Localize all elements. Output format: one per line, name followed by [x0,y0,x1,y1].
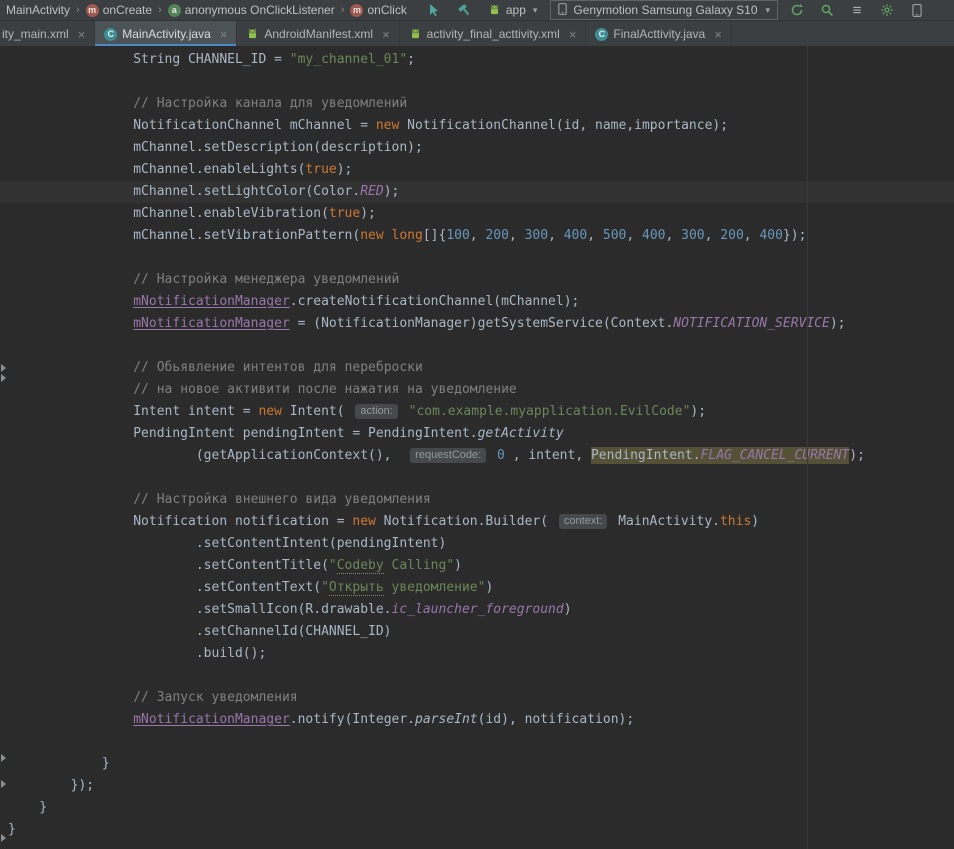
tab-label: FinalActtivity.java [613,27,705,41]
breadcrumb-label: anonymous OnClickListener [185,3,335,17]
code-line[interactable]: mNotificationManager = (NotificationMana… [0,313,954,335]
tab-label: MainActivity.java [122,27,210,41]
tab-ity_main.xml[interactable]: ity_main.xml × [0,21,95,47]
cursor-icon[interactable] [423,1,445,19]
code-line[interactable]: .setSmallIcon(R.drawable.ic_launcher_for… [0,599,954,621]
device-manager-icon[interactable] [906,1,928,19]
code-area[interactable]: String CHANNEL_ID = "my_channel_01"; // … [0,49,954,841]
android-robot-icon [488,4,501,16]
editor-tabs: ity_main.xml×CMainActivity.java×AndroidM… [0,21,954,48]
anonymous-class-icon: a [168,4,181,17]
code-line[interactable]: // Настройка внешнего вида уведомления [0,489,954,511]
code-line[interactable]: .setChannelId(CHANNEL_ID) [0,621,954,643]
run-config-label: app [506,3,526,17]
breadcrumb-separator: › [76,4,80,16]
code-line[interactable] [0,335,954,357]
code-line[interactable]: // Запуск уведомления [0,687,954,709]
breadcrumb-separator: › [158,4,162,16]
breadcrumb-label: onClick [367,3,406,17]
code-line[interactable]: (getApplicationContext(), requestCode: 0… [0,445,954,467]
code-line[interactable] [0,665,954,687]
code-line[interactable]: .setContentIntent(pendingIntent) [0,533,954,555]
code-line[interactable]: mNotificationManager.createNotificationC… [0,291,954,313]
breadcrumb-item[interactable]: MainActivity [4,3,72,17]
code-line[interactable] [0,467,954,489]
class-icon: C [595,28,608,41]
close-icon[interactable]: × [220,28,228,41]
method-icon: m [350,4,363,17]
code-line[interactable]: // Обьявление интентов для переброски [0,357,954,379]
code-line[interactable]: Notification notification = new Notifica… [0,511,954,533]
code-line[interactable] [0,731,954,753]
code-line[interactable]: } [0,753,954,775]
code-line[interactable]: String CHANNEL_ID = "my_channel_01"; [0,49,954,71]
device-label: Genymotion Samsung Galaxy S10 [573,3,757,17]
close-icon[interactable]: × [569,28,577,41]
method-icon: m [86,4,99,17]
device-phone-icon [558,2,567,19]
breadcrumb-item[interactable]: m onClick [348,3,408,17]
apply-code-changes-icon[interactable] [816,1,838,19]
close-icon[interactable]: × [382,28,390,41]
tab-label: AndroidManifest.xml [264,27,373,41]
fold-marker[interactable] [1,374,6,382]
tab-label: activity_final_acttivity.xml [427,27,560,41]
code-line[interactable]: // Настройка менеджера уведомлений [0,269,954,291]
right-margin-guide [807,46,808,849]
apply-changes-icon[interactable] [786,1,808,19]
code-line[interactable]: mChannel.setVibrationPattern(new long[]{… [0,225,954,247]
editor: String CHANNEL_ID = "my_channel_01"; // … [0,46,954,849]
tab-label: ity_main.xml [2,27,69,41]
structure-icon[interactable]: ≡ [846,1,868,19]
main-toolbar: MainActivity › m onCreate › a anonymous OnClic… [0,0,954,21]
breadcrumb-separator: › [341,4,345,16]
android-icon [246,28,259,40]
code-line[interactable]: .setContentTitle("Codeby Calling") [0,555,954,577]
code-line[interactable]: } [0,797,954,819]
fold-marker[interactable] [1,834,6,842]
code-line[interactable]: // на новое активити после нажатия на ув… [0,379,954,401]
code-line[interactable]: NotificationChannel mChannel = new Notif… [0,115,954,137]
code-line[interactable]: mChannel.setLightColor(Color.RED); [0,181,954,203]
chevron-down-icon: ▾ [533,5,538,16]
close-icon[interactable]: × [714,28,722,41]
code-line[interactable]: mChannel.enableVibration(true); [0,203,954,225]
fold-marker[interactable] [1,754,6,762]
code-line[interactable]: mChannel.setDescription(description); [0,137,954,159]
device-select[interactable]: Genymotion Samsung Galaxy S10 ▾ [550,0,778,20]
fold-marker[interactable] [1,780,6,788]
code-line[interactable]: mNotificationManager.notify(Integer.pars… [0,709,954,731]
code-line[interactable]: .setContentText("Открыть уведомление") [0,577,954,599]
code-line[interactable]: } [0,819,954,841]
build-hammer-icon[interactable] [453,1,475,19]
code-line[interactable]: mChannel.enableLights(true); [0,159,954,181]
close-icon[interactable]: × [78,28,86,41]
tab-AndroidManifest.xml[interactable]: AndroidManifest.xml × [237,21,399,47]
code-line[interactable]: PendingIntent pendingIntent = PendingInt… [0,423,954,445]
code-line[interactable] [0,71,954,93]
breadcrumb-label: MainActivity [6,3,70,17]
tab-MainActivity.java[interactable]: C MainActivity.java × [95,21,237,47]
code-line[interactable] [0,247,954,269]
fold-marker[interactable] [1,364,6,372]
chevron-down-icon: ▾ [766,5,771,16]
breadcrumb-item[interactable]: a anonymous OnClickListener [166,3,337,17]
code-line[interactable]: .build(); [0,643,954,665]
breadcrumb-item[interactable]: m onCreate [84,3,154,17]
breadcrumb: MainActivity › m onCreate › a anonymous OnClic… [4,3,409,17]
code-line[interactable]: }); [0,775,954,797]
run-config-select[interactable]: app ▾ [483,3,543,17]
code-line[interactable]: // Настройка канала для уведомлений [0,93,954,115]
breadcrumb-label: onCreate [103,3,152,17]
toolbar-actions: app ▾ Genymotion Samsung Galaxy S10 ▾ ≡ [423,0,928,20]
class-icon: C [104,28,117,41]
gear-icon[interactable] [876,1,898,19]
tab-FinalActtivity.java[interactable]: C FinalActtivity.java × [586,21,731,47]
tab-activity_final_acttivity.xml[interactable]: activity_final_acttivity.xml × [400,21,587,47]
code-line[interactable]: Intent intent = new Intent( action: "com… [0,401,954,423]
android-icon [409,28,422,40]
